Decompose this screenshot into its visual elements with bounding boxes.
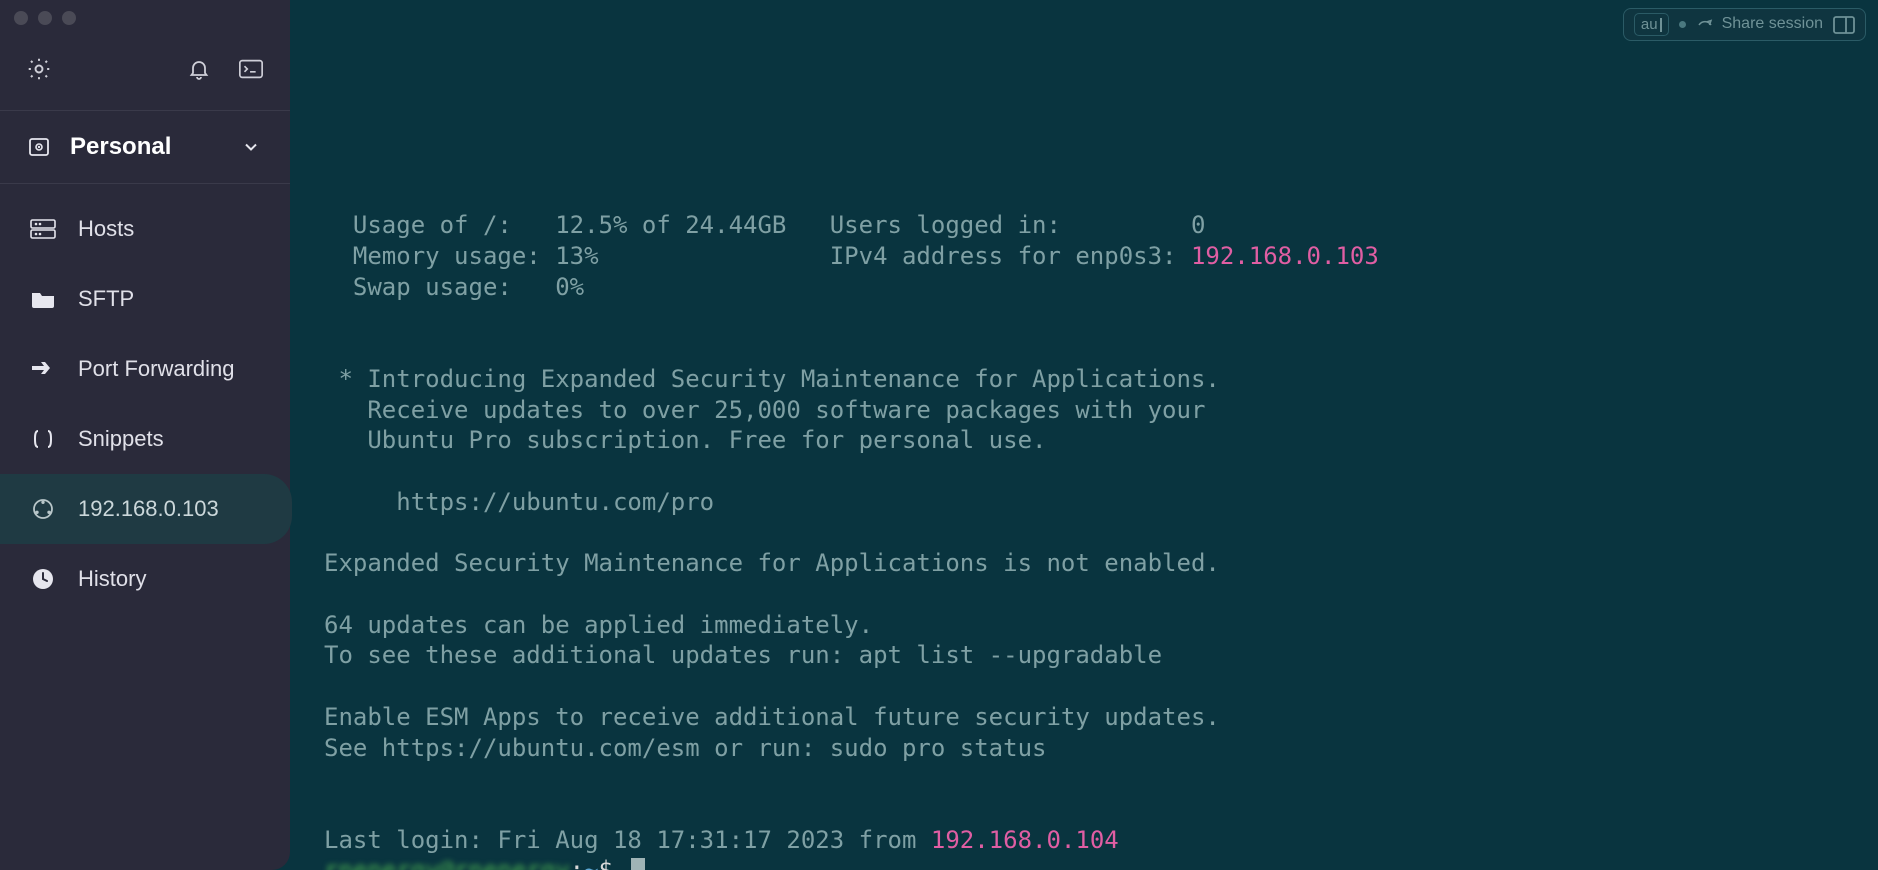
- share-session-label: Share session: [1722, 14, 1823, 34]
- terminal-line: Expanded Security Maintenance for Applic…: [324, 549, 1220, 577]
- terminal-line: * Introducing Expanded Security Maintena…: [324, 365, 1220, 393]
- terminal-line: Receive updates to over 25,000 software …: [324, 396, 1205, 424]
- terminal-prompt: rnenergy@rnenergy:~$: [324, 856, 645, 870]
- prompt-separator: :: [570, 856, 584, 870]
- sidebar: Personal Hosts: [0, 0, 290, 870]
- terminal-line: Swap usage: 0%: [324, 273, 584, 301]
- terminal-line: Memory usage: 13% IPv4 address for enp0s…: [324, 242, 1191, 270]
- sidebar-item-hosts[interactable]: Hosts: [0, 194, 290, 264]
- gear-icon[interactable]: [26, 56, 52, 82]
- panel-toggle-button[interactable]: [1833, 16, 1855, 34]
- sidebar-item-snippets[interactable]: Snippets: [0, 404, 290, 474]
- sidebar-top-icons: [0, 28, 290, 111]
- snippets-icon: [30, 426, 56, 452]
- mini-cursor: [1660, 18, 1662, 32]
- terminal-icon[interactable]: [238, 56, 264, 82]
- quick-command-box[interactable]: au: [1634, 13, 1669, 36]
- folder-icon: [30, 286, 56, 312]
- ip-address: 192.168.0.104: [931, 826, 1119, 854]
- close-dot[interactable]: [14, 11, 28, 25]
- minimize-dot[interactable]: [38, 11, 52, 25]
- ubuntu-icon: [30, 496, 56, 522]
- vault-icon: [26, 134, 52, 160]
- clock-icon: [30, 566, 56, 592]
- sidebar-item-label: Snippets: [78, 426, 164, 452]
- terminal-pane[interactable]: au Share session Usage of /: 12.5% of 24…: [290, 0, 1878, 870]
- sidebar-item-label: Hosts: [78, 216, 134, 242]
- terminal-cursor: [631, 858, 645, 870]
- ip-address: 192.168.0.103: [1191, 242, 1379, 270]
- share-session-button[interactable]: Share session: [1696, 14, 1823, 34]
- share-icon: [1696, 16, 1714, 34]
- terminal-line: Last login: Fri Aug 18 17:31:17 2023 fro…: [324, 826, 931, 854]
- sidebar-item-active-host[interactable]: 192.168.0.103: [0, 474, 292, 544]
- window-controls: [0, 0, 290, 28]
- topbar-right: au Share session: [1623, 8, 1866, 41]
- sidebar-item-history[interactable]: History: [0, 544, 290, 614]
- sidebar-item-port-forwarding[interactable]: Port Forwarding: [0, 334, 290, 404]
- prompt-path: ~: [584, 856, 598, 870]
- terminal-line: To see these additional updates run: apt…: [324, 641, 1162, 669]
- vault-label: Personal: [70, 133, 171, 161]
- bell-icon[interactable]: [186, 56, 212, 82]
- terminal-output: Usage of /: 12.5% of 24.44GB Users logge…: [324, 180, 1868, 870]
- chevron-down-icon: [238, 134, 264, 160]
- sidebar-nav: Hosts SFTP Port Forwarding: [0, 184, 290, 614]
- terminal-line: 64 updates can be applied immediately.: [324, 611, 873, 639]
- terminal-line: Ubuntu Pro subscription. Free for person…: [324, 426, 1046, 454]
- sidebar-item-sftp[interactable]: SFTP: [0, 264, 290, 334]
- terminal-line: https://ubuntu.com/pro: [324, 488, 714, 516]
- sidebar-item-label: History: [78, 566, 146, 592]
- terminal-line: Enable ESM Apps to receive additional fu…: [324, 703, 1220, 731]
- sidebar-item-label: Port Forwarding: [78, 356, 235, 382]
- status-dot: [1679, 21, 1686, 28]
- zoom-dot[interactable]: [62, 11, 76, 25]
- terminal-line: Usage of /: 12.5% of 24.44GB Users logge…: [324, 211, 1205, 239]
- vault-selector[interactable]: Personal: [0, 111, 290, 184]
- terminal-line: See https://ubuntu.com/esm or run: sudo …: [324, 734, 1046, 762]
- sidebar-item-label: 192.168.0.103: [78, 496, 219, 522]
- prompt-user-host: rnenergy@rnenergy: [324, 856, 570, 870]
- quick-command-placeholder: au: [1641, 15, 1658, 34]
- prompt-symbol: $: [599, 856, 613, 870]
- hosts-icon: [30, 216, 56, 242]
- sidebar-item-label: SFTP: [78, 286, 134, 312]
- port-forwarding-icon: [30, 356, 56, 382]
